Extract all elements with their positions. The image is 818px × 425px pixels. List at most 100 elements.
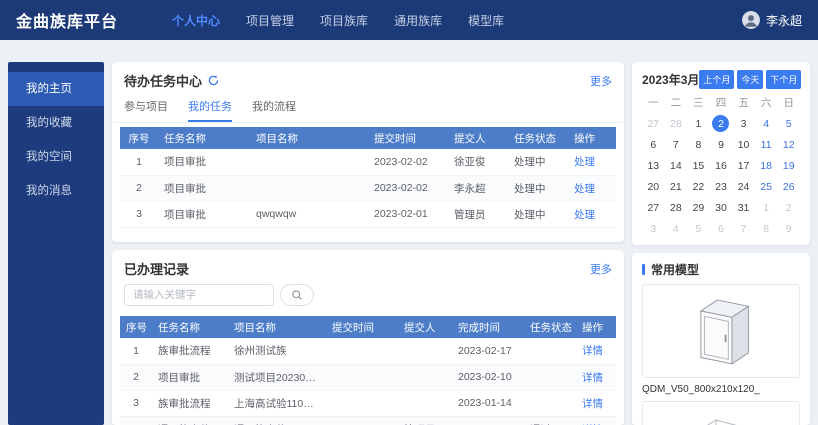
table-cell: 3 bbox=[120, 390, 152, 416]
sidebar-item[interactable]: 我的主页 bbox=[8, 72, 104, 106]
calendar-day[interactable]: 4 bbox=[755, 113, 778, 134]
calendar-day[interactable]: 29 bbox=[687, 197, 710, 218]
tab[interactable]: 参与项目 bbox=[124, 94, 168, 122]
calendar-day[interactable]: 30 bbox=[710, 197, 733, 218]
calendar-day[interactable]: 28 bbox=[665, 197, 688, 218]
calendar-day[interactable]: 13 bbox=[642, 155, 665, 176]
calendar-day[interactable]: 1 bbox=[687, 113, 710, 134]
model-preview[interactable] bbox=[642, 401, 800, 425]
calendar-day-selected[interactable]: 2 bbox=[710, 113, 733, 134]
table-cell bbox=[326, 338, 398, 364]
calendar-day[interactable]: 7 bbox=[732, 218, 755, 239]
calendar-day[interactable]: 10 bbox=[732, 134, 755, 155]
nav-item[interactable]: 项目族库 bbox=[320, 12, 368, 29]
weekday-label: 四 bbox=[710, 93, 733, 113]
action-link[interactable]: 详情 bbox=[582, 345, 603, 357]
calendar-day[interactable]: 1 bbox=[755, 197, 778, 218]
table-cell: 通用族上传 bbox=[228, 416, 326, 425]
calendar-day[interactable]: 27 bbox=[642, 197, 665, 218]
calendar-day[interactable]: 3 bbox=[642, 218, 665, 239]
table-cell: 处理中 bbox=[508, 201, 568, 227]
action-link[interactable]: 处理 bbox=[574, 156, 595, 168]
table-cell: 4 bbox=[120, 416, 152, 425]
todo-card: 待办任务中心 更多 参与项目我的任务我的流程 序号任务名称项目名称提交时间提交人… bbox=[112, 62, 624, 242]
calendar-day[interactable]: 9 bbox=[710, 134, 733, 155]
nav-item[interactable]: 项目管理 bbox=[246, 12, 294, 29]
calendar-day[interactable]: 31 bbox=[732, 197, 755, 218]
action-link[interactable]: 处理 bbox=[574, 183, 595, 195]
calendar-day[interactable]: 12 bbox=[777, 134, 800, 155]
action-link[interactable]: 处理 bbox=[574, 209, 595, 221]
weekday-label: 二 bbox=[665, 93, 688, 113]
calendar-day[interactable]: 17 bbox=[732, 155, 755, 176]
nav-item[interactable]: 通用族库 bbox=[394, 12, 442, 29]
table-cell: 项目审批 bbox=[152, 364, 228, 390]
table-cell: 上海高试验110KV变电工程 bbox=[228, 390, 326, 416]
calendar-day[interactable]: 25 bbox=[755, 176, 778, 197]
calendar-day[interactable]: 5 bbox=[687, 218, 710, 239]
calendar-day[interactable]: 8 bbox=[755, 218, 778, 239]
table-cell: 李永超 bbox=[448, 175, 508, 201]
calendar-day[interactable]: 9 bbox=[777, 218, 800, 239]
calendar-day[interactable]: 27 bbox=[642, 113, 665, 134]
tab[interactable]: 我的任务 bbox=[188, 94, 232, 122]
action-link[interactable]: 详情 bbox=[582, 372, 603, 384]
table-row: 2项目审批2023-02-02李永超处理中处理 bbox=[120, 175, 616, 201]
calendar-day[interactable]: 28 bbox=[665, 113, 688, 134]
header: 金曲族库平台 个人中心项目管理项目族库通用族库模型库 李永超 bbox=[0, 0, 818, 40]
table-row: 1族审批流程徐州测试族2023-02-17详情 bbox=[120, 338, 616, 364]
column-header: 任务名称 bbox=[158, 127, 250, 149]
table-cell: 1 bbox=[120, 149, 158, 175]
search-button[interactable] bbox=[280, 284, 314, 306]
table-row: 4通用族上传通用族上传2023-01-14管理员2023-01-14通过详情 bbox=[120, 416, 616, 425]
calendar-day[interactable]: 6 bbox=[710, 218, 733, 239]
calendar-day[interactable]: 26 bbox=[777, 176, 800, 197]
calendar-day[interactable]: 14 bbox=[665, 155, 688, 176]
user-menu[interactable]: 李永超 bbox=[742, 11, 802, 29]
calendar-day[interactable]: 19 bbox=[777, 155, 800, 176]
sketch-model-icon bbox=[661, 406, 781, 425]
model-preview[interactable] bbox=[642, 284, 800, 378]
column-header: 完成时间 bbox=[452, 316, 524, 338]
done-more-link[interactable]: 更多 bbox=[590, 261, 612, 277]
refresh-icon[interactable] bbox=[208, 75, 219, 86]
calendar-day[interactable]: 5 bbox=[777, 113, 800, 134]
tab[interactable]: 我的流程 bbox=[252, 94, 296, 122]
calendar-day[interactable]: 21 bbox=[665, 176, 688, 197]
calendar-header: 2023年3月 上个月今天下个月 bbox=[642, 70, 800, 89]
calendar-day[interactable]: 3 bbox=[732, 113, 755, 134]
calendar-day[interactable]: 23 bbox=[710, 176, 733, 197]
calendar-day[interactable]: 2 bbox=[777, 197, 800, 218]
calendar-nav-button[interactable]: 今天 bbox=[737, 70, 763, 89]
calendar-day[interactable]: 20 bbox=[642, 176, 665, 197]
todo-more-link[interactable]: 更多 bbox=[590, 73, 612, 89]
calendar-day[interactable]: 11 bbox=[755, 134, 778, 155]
search-input[interactable] bbox=[124, 284, 274, 306]
table-cell: 族审批流程 bbox=[152, 338, 228, 364]
sidebar-item[interactable]: 我的收藏 bbox=[8, 106, 104, 140]
calendar-day[interactable]: 18 bbox=[755, 155, 778, 176]
calendar-nav-button[interactable]: 上个月 bbox=[699, 70, 734, 89]
calendar-day[interactable]: 15 bbox=[687, 155, 710, 176]
calendar-day[interactable]: 16 bbox=[710, 155, 733, 176]
sidebar-item[interactable]: 我的消息 bbox=[8, 174, 104, 208]
table-cell: 2 bbox=[120, 175, 158, 201]
calendar-day[interactable]: 4 bbox=[665, 218, 688, 239]
table-cell: 徐亚俊 bbox=[448, 149, 508, 175]
calendar-nav-button[interactable]: 下个月 bbox=[766, 70, 801, 89]
sidebar-item[interactable]: 我的空间 bbox=[8, 140, 104, 174]
column-header: 序号 bbox=[120, 127, 158, 149]
calendar-day[interactable]: 6 bbox=[642, 134, 665, 155]
calendar-day[interactable]: 8 bbox=[687, 134, 710, 155]
table-cell: 2023-02-01 bbox=[368, 201, 448, 227]
calendar-day[interactable]: 7 bbox=[665, 134, 688, 155]
table-cell: 2023-02-02 bbox=[368, 149, 448, 175]
action-link[interactable]: 详情 bbox=[582, 398, 603, 410]
table-cell: 处理 bbox=[568, 175, 616, 201]
table-cell: 处理中 bbox=[508, 175, 568, 201]
calendar-day[interactable]: 24 bbox=[732, 176, 755, 197]
table-cell bbox=[398, 390, 452, 416]
nav-item[interactable]: 模型库 bbox=[468, 12, 504, 29]
calendar-day[interactable]: 22 bbox=[687, 176, 710, 197]
nav-item[interactable]: 个人中心 bbox=[172, 12, 220, 29]
